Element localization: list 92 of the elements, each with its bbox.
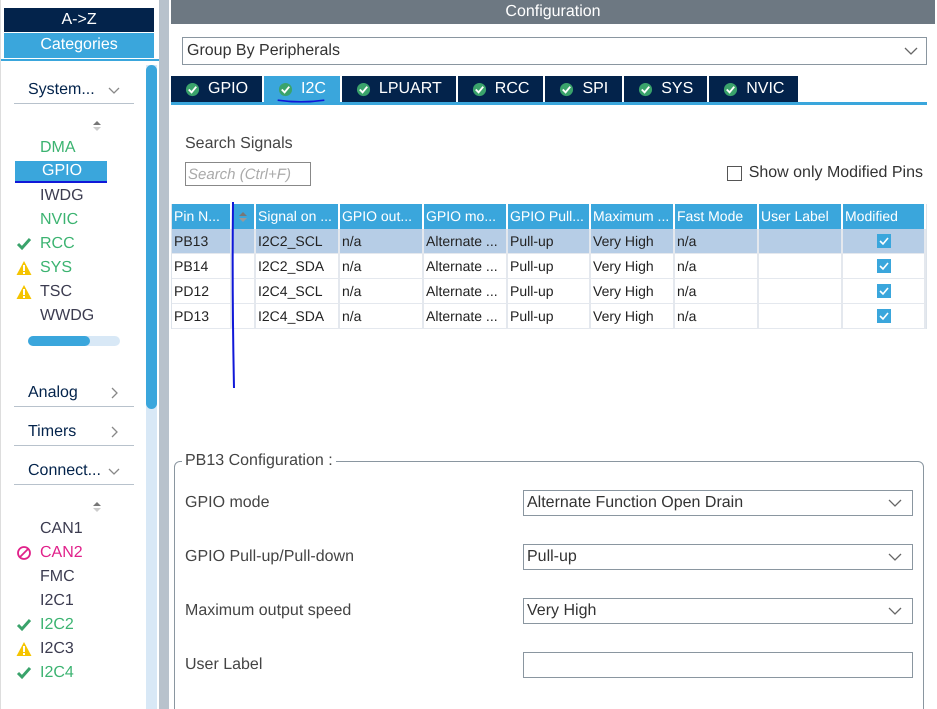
table-row[interactable]: PD12 I2C4_SCL n/a Alternate ... Pull-up Very High n/a [172,279,926,304]
sort-icon[interactable] [92,120,102,132]
table-cell: PB13 [172,229,232,254]
table-row[interactable]: PB14 I2C2_SDA n/a Alternate ... Pull-up Very High n/a [172,254,926,279]
peripheral-tab[interactable]: SYS [624,76,708,102]
group-by-dropdown[interactable]: Group By Peripherals [182,37,927,65]
table-cell: Very High [591,304,675,329]
warning-icon [16,641,32,657]
modified-checkbox[interactable] [876,309,890,323]
peripheral-item[interactable]: CAN2 [40,543,83,563]
panel-title: Configuration [171,0,935,24]
table-cell: Very High [591,279,675,304]
table-row[interactable]: PB13 I2C2_SCL n/a Alternate ... Pull-up Very High n/a [172,229,926,254]
table-cell: I2C2_SCL [256,229,340,254]
annotation-underline [276,98,326,104]
table-cell: Pull-up [508,279,591,304]
table-cell: PD12 [172,279,232,304]
check-circle-icon [472,82,487,96]
check-icon [16,236,32,252]
blocked-icon [16,545,32,561]
sort-tab[interactable]: A->Z [4,8,154,32]
table-cell: n/a [675,304,759,329]
scrollbar[interactable] [146,65,158,709]
table-cell: n/a [675,229,759,254]
peripheral-tab[interactable]: NVIC [709,76,798,102]
section-title: PB13 Configuration : [184,452,334,470]
table-cell: I2C4_SCL [256,279,340,304]
table-cell: I2C4_SDA [256,304,340,329]
table-cell: n/a [340,229,424,254]
select-field[interactable]: Alternate Function Open Drain [523,490,913,516]
category-header[interactable]: Connect... [14,458,134,485]
table-row[interactable]: PD13 I2C4_SDA n/a Alternate ... Pull-up Very High n/a [172,304,926,329]
modified-checkbox[interactable] [876,259,890,273]
select-field[interactable]: Pull-up [523,544,913,570]
table-cell: n/a [675,279,759,304]
table-cell: I2C2_SDA [256,254,340,279]
check-icon [16,617,32,633]
check-icon [16,665,32,681]
table-cell: Very High [591,229,675,254]
chevron-icon [888,498,902,508]
warning-icon [16,260,32,276]
table-cell: Alternate ... [424,254,508,279]
field-label: Maximum output speed [185,602,352,620]
peripheral-item[interactable]: WWDG [40,306,94,326]
check-circle-icon [356,82,371,96]
check-circle-icon [559,82,574,96]
scrollbar[interactable] [28,336,120,346]
chevron-icon [888,606,902,616]
table-cell: PD13 [172,304,232,329]
check-circle-icon [278,82,294,96]
field-label: GPIO mode [185,494,270,512]
warning-icon [16,284,32,300]
table-cell: Alternate ... [424,279,508,304]
peripheral-tab[interactable]: LPUART [342,76,456,102]
table-cell: Pull-up [508,304,591,329]
table-cell: Alternate ... [424,304,508,329]
category-header[interactable]: Timers [14,419,134,446]
peripheral-item[interactable]: I2C3 [40,639,74,659]
peripheral-tab[interactable]: GPIO [171,76,262,102]
peripheral-item[interactable]: TSC [40,282,72,302]
input-field[interactable] [523,652,913,678]
chevron-icon [888,552,902,562]
category-header[interactable]: System... [14,77,134,104]
table-cell: n/a [675,254,759,279]
check-circle-icon [185,82,200,96]
chevron-icon [904,46,918,56]
modified-checkbox[interactable] [876,234,890,248]
field-label: GPIO Pull-up/Pull-down [185,548,354,566]
peripheral-item[interactable]: IWDG [40,186,84,206]
peripheral-tab[interactable]: RCC [458,76,544,102]
table-cell: PB14 [172,254,232,279]
peripheral-item[interactable]: CAN1 [40,519,83,539]
modified-checkbox[interactable] [876,284,890,298]
table-cell: Very High [591,254,675,279]
peripheral-item[interactable]: FMC [40,567,75,587]
field-label: User Label [185,656,262,674]
table-cell: Alternate ... [424,229,508,254]
table-cell: n/a [340,279,424,304]
check-circle-icon [638,82,654,96]
select-field[interactable]: Very High [523,598,913,624]
peripheral-item[interactable]: I2C1 [40,591,74,611]
table-cell: n/a [340,304,424,329]
peripheral-tab[interactable]: SPI [545,76,622,102]
table-cell: Pull-up [508,229,591,254]
table-cell: Pull-up [508,254,591,279]
search-label: Search Signals [185,135,294,153]
sort-icon[interactable] [92,501,102,513]
show-modified-checkbox[interactable]: Show only Modified Pins [726,164,923,182]
search-field[interactable]: Search (Ctrl+F) [185,162,311,186]
check-circle-icon [723,82,738,96]
category-header[interactable]: Analog [14,380,134,407]
table-cell: n/a [340,254,424,279]
